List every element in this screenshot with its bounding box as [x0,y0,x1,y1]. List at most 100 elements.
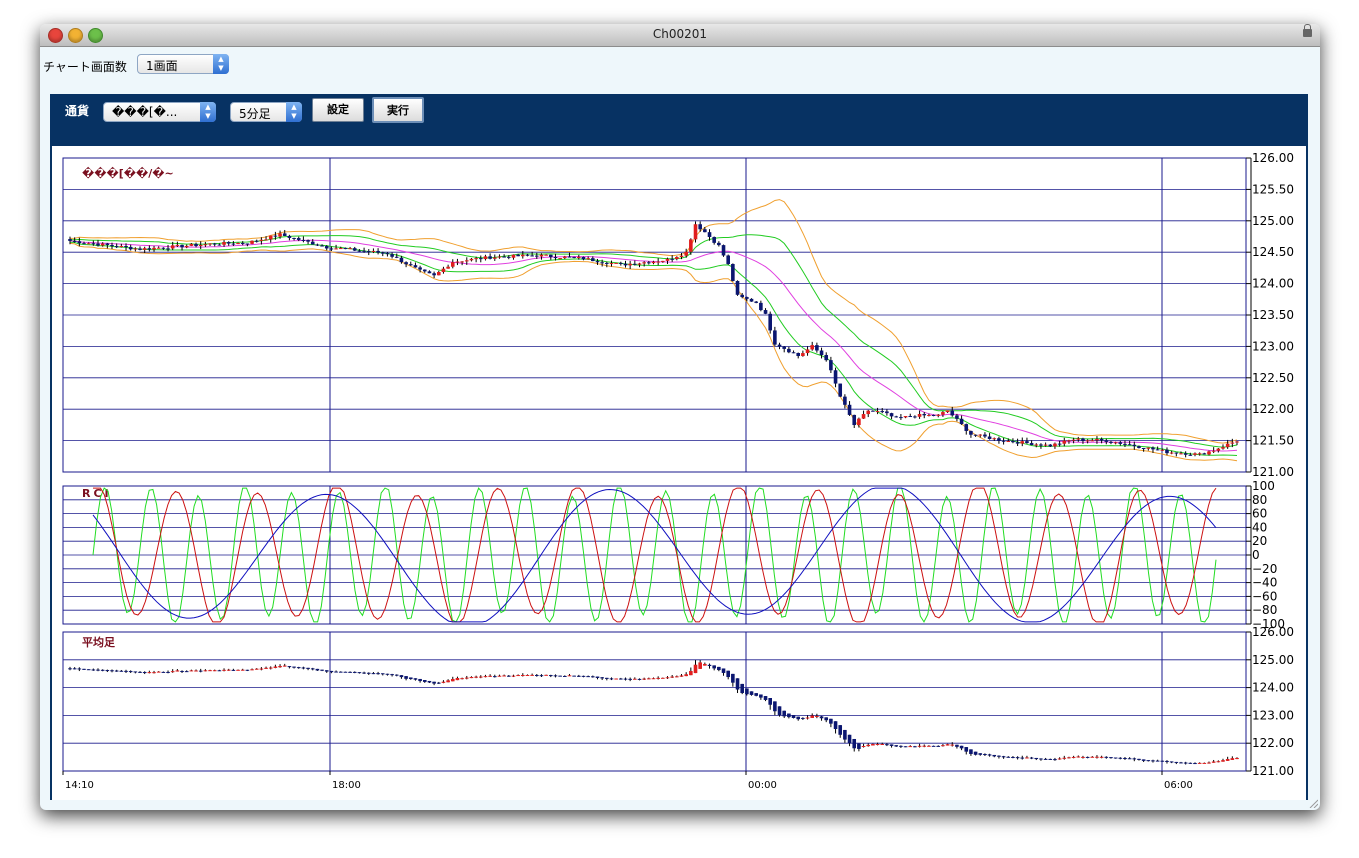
heikin-candle [637,678,642,680]
price-candle [1104,440,1109,442]
price-candle [838,383,843,397]
price-candle [436,272,441,276]
heikin-candle [866,744,871,747]
price-candle [1057,443,1062,445]
heikin-candle [329,670,334,673]
heikin-candle [1001,756,1006,758]
heikin-candle [1015,757,1020,759]
price-candle [497,256,502,258]
heikin-candle [292,666,296,668]
price-candle [1020,441,1025,444]
heikin-candle [385,673,390,675]
updown-arrow-icon: ▲ ▼ [213,54,229,74]
price-candle [959,418,964,425]
heikin-candle [1169,761,1174,763]
heikin-candle [1160,760,1165,762]
heikin-candle [1025,757,1029,759]
price-candle [810,345,815,350]
period-select-value: 5分足 [239,107,271,121]
heikin-candle [1043,758,1048,760]
price-candle [1202,453,1207,455]
price-candle [1109,441,1113,443]
price-candle [889,413,894,417]
heikin-candle [913,746,917,748]
title-bar[interactable]: Ch00201 [40,24,1320,47]
heikin-candle [180,670,184,672]
price-candle [413,265,418,268]
heikin-candle [1179,762,1183,764]
heikin-candle [520,675,525,677]
heikin-candle [511,675,516,677]
heikin-candle [553,675,558,677]
heikin-candle [983,754,987,756]
heikin-candle [749,691,754,695]
heikin-candle [586,676,590,678]
currency-label: 通貨 [65,104,90,118]
price-candle [1001,440,1006,442]
heikin-candle [208,670,212,672]
heikin-candle [1085,756,1090,758]
price-candle [380,252,385,254]
heikin-candle [717,666,721,671]
chart-area: 126.00 125.50 125.00 124.50 124.00 123.50 123.… [52,146,1306,800]
settings-button[interactable]: 設定 [312,98,364,122]
price-candle [1067,440,1071,442]
heikin-candle [310,668,315,670]
heikin-candle [525,674,530,676]
price-candle [184,245,189,248]
period-select[interactable]: 5分足 ▲ ▼ [230,102,302,122]
price-candle [763,310,768,314]
heikin-candle [633,678,637,680]
price-candle [77,241,82,244]
heikin-candle [857,743,861,749]
heikin-candle [950,744,955,746]
heikin-candle [698,662,702,669]
price-candle [894,416,899,418]
heikin-candle [483,676,488,678]
heikin-candle [432,681,436,684]
updown-arrow-icon: ▲ ▼ [200,102,216,122]
price-candle [656,261,660,263]
price-candle [875,411,880,413]
screens-select[interactable]: 1画面 ▲ ▼ [137,54,229,74]
heikin-candle [703,663,707,666]
run-button[interactable]: 実行 [372,97,424,123]
price-candle [343,248,348,250]
price-candle [1029,443,1034,446]
heikin-candle [418,678,422,682]
heikin-candle [1202,762,1207,764]
heikin-pane-tick-label: 121.00 [1252,764,1294,778]
heikin-candle [91,669,96,671]
price-candle [931,415,936,417]
heikin-candle [1076,756,1081,758]
heikin-candle [1211,761,1216,763]
heikin-candle [731,673,735,683]
heikin-candle [763,696,768,700]
heikin-candle [838,725,843,735]
price-candle [637,263,642,265]
resize-grip-icon[interactable] [1308,798,1318,808]
price-candle [908,416,913,418]
price-candle [217,244,222,246]
heikin-candle [959,745,964,749]
price-candle [418,267,422,270]
price-candle [1169,452,1174,454]
heikin-candle [861,746,866,748]
price-candle [847,404,852,415]
heikin-candle [138,671,142,673]
heikin-candle [488,675,492,677]
heikin-candle [735,678,740,690]
price-candle [329,248,334,250]
currency-select[interactable]: ���[�... ▲ ▼ [103,102,216,122]
heikin-candle [86,669,91,671]
price-candle [749,298,754,302]
price-candle [287,235,292,238]
heikin-candle [1183,762,1188,764]
heikin-pane-title: 平均足 [82,635,116,649]
heikin-candle [833,721,838,730]
price-candle [357,250,362,252]
price-candle [651,261,656,264]
price-candle [1174,452,1179,454]
heikin-candle [1127,758,1132,760]
price-candle [1081,438,1085,441]
